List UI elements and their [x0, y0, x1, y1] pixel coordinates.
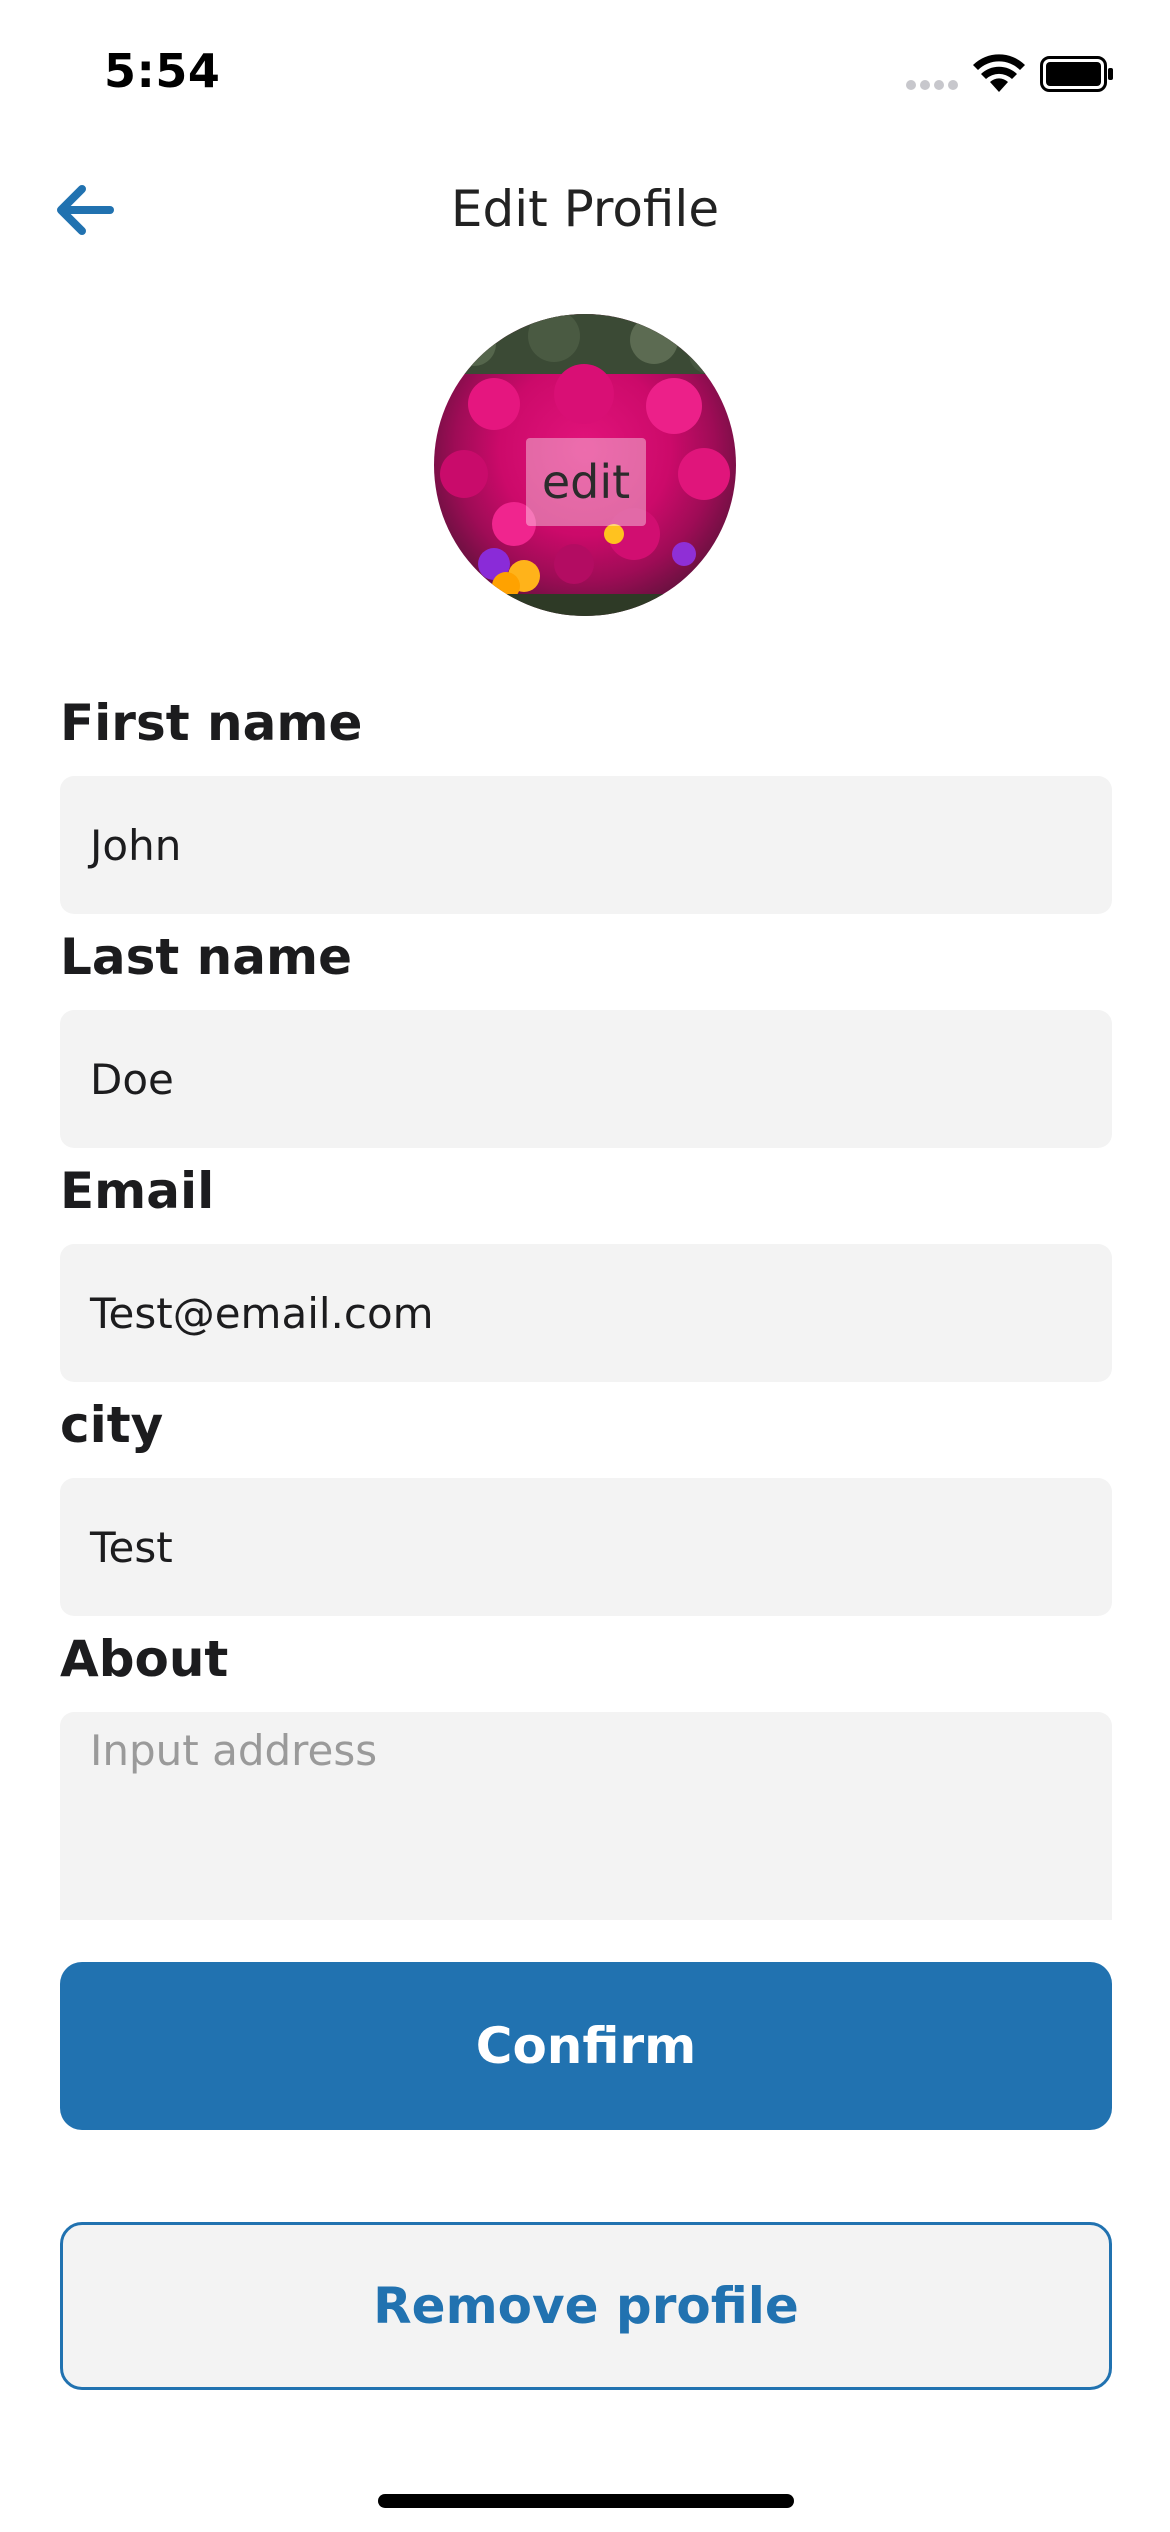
- navigation-bar: Edit Profile: [0, 160, 1170, 260]
- cellular-signal-icon: [906, 80, 960, 92]
- about-label: About: [60, 1630, 229, 1688]
- battery-icon: [1040, 56, 1113, 92]
- home-indicator[interactable]: [378, 2494, 794, 2508]
- status-time: 5:54: [104, 44, 221, 98]
- page-title: Edit Profile: [450, 180, 720, 238]
- remove-profile-button[interactable]: Remove profile: [60, 2222, 1112, 2390]
- confirm-button[interactable]: Confirm: [60, 1962, 1112, 2130]
- first-name-label: First name: [60, 694, 363, 752]
- last-name-label: Last name: [60, 928, 353, 986]
- city-field[interactable]: Test: [60, 1478, 1112, 1616]
- first-name-field[interactable]: John: [60, 776, 1112, 914]
- edit-avatar-button[interactable]: edit: [526, 438, 646, 526]
- email-field[interactable]: Test@email.com: [60, 1244, 1112, 1382]
- status-bar: 5:54: [0, 0, 1170, 140]
- last-name-field[interactable]: Doe: [60, 1010, 1112, 1148]
- email-label: Email: [60, 1162, 215, 1220]
- profile-avatar[interactable]: edit: [434, 314, 736, 616]
- city-label: city: [60, 1396, 164, 1454]
- wifi-icon: [973, 54, 1025, 92]
- about-textarea[interactable]: Input address: [60, 1712, 1112, 1920]
